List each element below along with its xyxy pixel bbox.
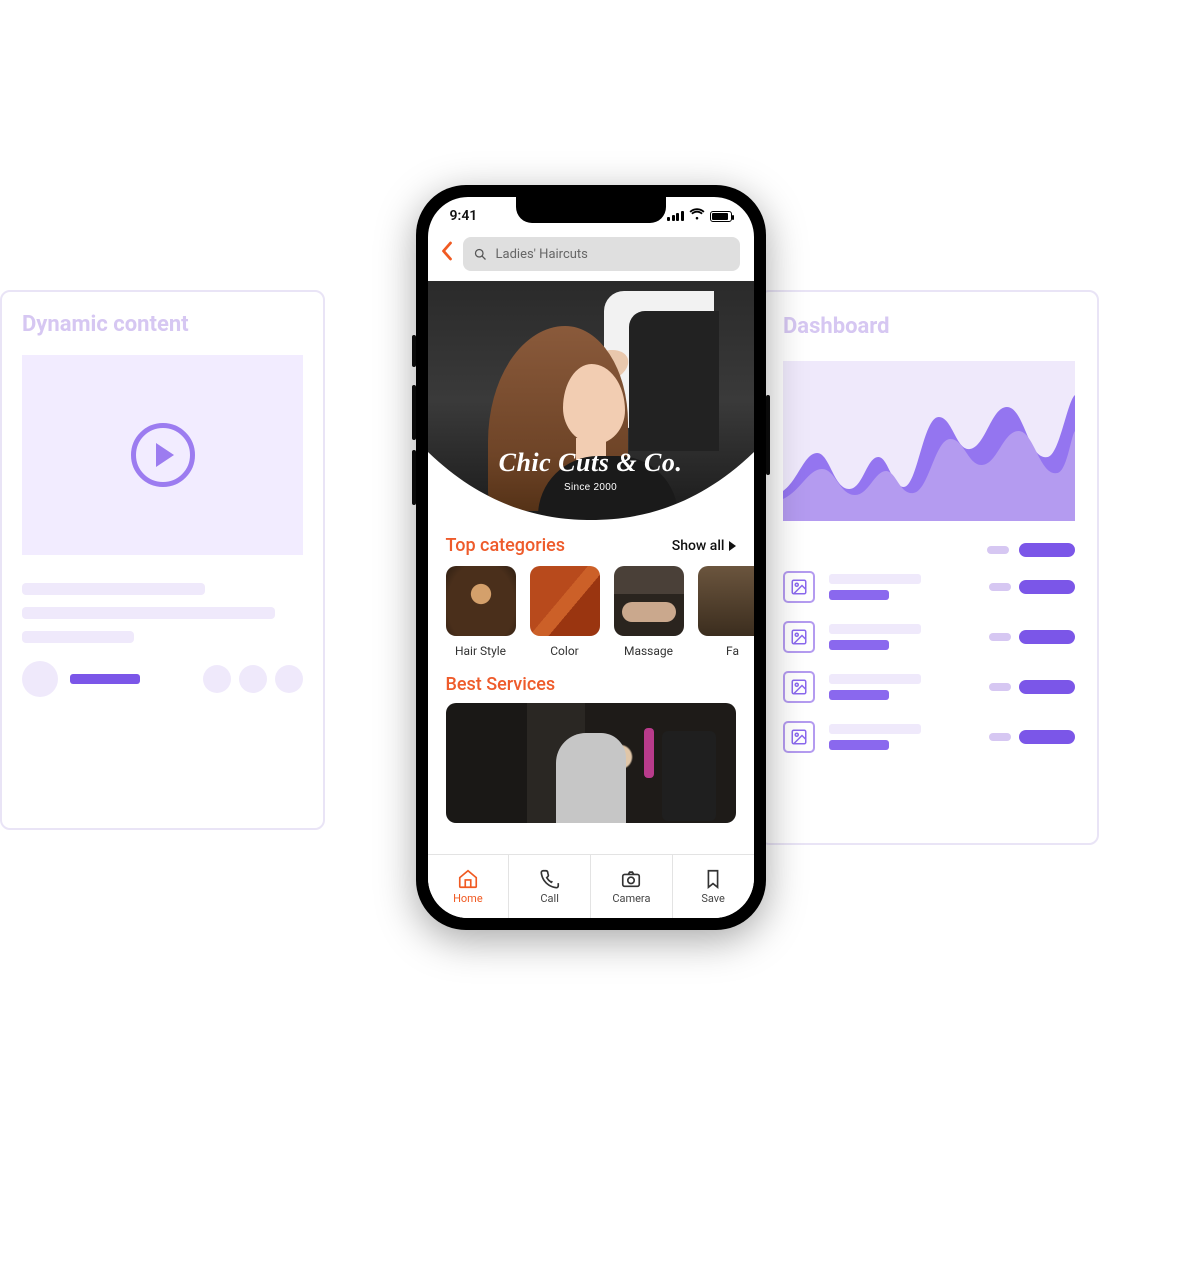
bottom-tab-bar: Home Call Camera Save: [428, 854, 754, 918]
wifi-icon: [689, 208, 705, 224]
tab-call[interactable]: Call: [509, 855, 591, 918]
category-item-color[interactable]: Color: [530, 566, 600, 658]
category-label: Color: [530, 644, 600, 658]
search-placeholder: Ladies' Haircuts: [496, 247, 588, 262]
chevron-right-icon: [729, 541, 736, 551]
dynamic-content-title: Dynamic content: [22, 312, 303, 337]
category-item-massage[interactable]: Massage: [614, 566, 684, 658]
image-icon: [783, 571, 815, 603]
text-placeholder-line: [22, 607, 275, 619]
tab-camera[interactable]: Camera: [591, 855, 673, 918]
best-services-title: Best Services: [428, 664, 754, 703]
battery-icon: [710, 211, 732, 222]
phone-icon: [539, 868, 561, 890]
play-icon: [131, 423, 195, 487]
tab-save[interactable]: Save: [673, 855, 754, 918]
avatar-placeholder: [22, 661, 58, 697]
category-item-facial[interactable]: Fa: [698, 566, 754, 658]
dashboard-chart: [783, 361, 1075, 521]
search-icon: [473, 247, 488, 262]
category-item-hairstyle[interactable]: Hair Style: [446, 566, 516, 658]
home-icon: [457, 868, 479, 890]
filter-pill[interactable]: [1019, 543, 1075, 557]
image-icon: [783, 721, 815, 753]
category-label: Fa: [698, 644, 754, 658]
category-label: Hair Style: [446, 644, 516, 658]
dashboard-list-item[interactable]: [783, 721, 1075, 753]
category-thumb: [698, 566, 754, 636]
dashboard-list-item[interactable]: [783, 621, 1075, 653]
filter-placeholder: [987, 546, 1009, 554]
categories-strip[interactable]: Hair Style Color Massage Fa: [428, 566, 754, 664]
category-thumb: [614, 566, 684, 636]
signal-icon: [667, 211, 684, 221]
hero-banner[interactable]: Chic Cuts & Co. Since 2000: [428, 281, 754, 521]
phone-mockup: 9:41 Ladies': [416, 185, 766, 930]
top-categories-title: Top categories: [446, 535, 566, 556]
action-placeholder: [275, 665, 303, 693]
text-placeholder-line: [22, 583, 205, 595]
category-thumb: [446, 566, 516, 636]
dashboard-title: Dashboard: [783, 314, 1075, 339]
dashboard-list-item[interactable]: [783, 571, 1075, 603]
camera-icon: [620, 868, 642, 890]
dashboard-filter-row: [783, 543, 1075, 557]
back-button[interactable]: [438, 241, 455, 267]
image-icon: [783, 621, 815, 653]
status-time: 9:41: [450, 208, 478, 224]
bookmark-icon: [702, 868, 724, 890]
image-icon: [783, 671, 815, 703]
dynamic-content-card: Dynamic content: [0, 290, 325, 830]
name-placeholder: [70, 674, 140, 684]
video-placeholder[interactable]: [22, 355, 303, 555]
dashboard-list-item[interactable]: [783, 671, 1075, 703]
hero-text: Chic Cuts & Co. Since 2000: [428, 448, 754, 493]
hero-brand: Chic Cuts & Co.: [428, 448, 754, 478]
tab-home[interactable]: Home: [428, 855, 510, 918]
service-card[interactable]: [446, 703, 736, 823]
tab-label: Home: [453, 892, 483, 905]
hero-since: Since 2000: [428, 482, 754, 493]
action-placeholder: [239, 665, 267, 693]
phone-notch: [516, 197, 666, 223]
show-all-link[interactable]: Show all: [672, 538, 736, 554]
author-row: [22, 661, 303, 697]
search-input[interactable]: Ladies' Haircuts: [463, 237, 740, 271]
tab-label: Save: [701, 892, 725, 905]
category-thumb: [530, 566, 600, 636]
tab-label: Call: [540, 892, 559, 905]
category-label: Massage: [614, 644, 684, 658]
action-placeholder: [203, 665, 231, 693]
text-placeholder-line: [22, 631, 134, 643]
tab-label: Camera: [612, 892, 650, 905]
dashboard-card: Dashboard: [759, 290, 1099, 845]
